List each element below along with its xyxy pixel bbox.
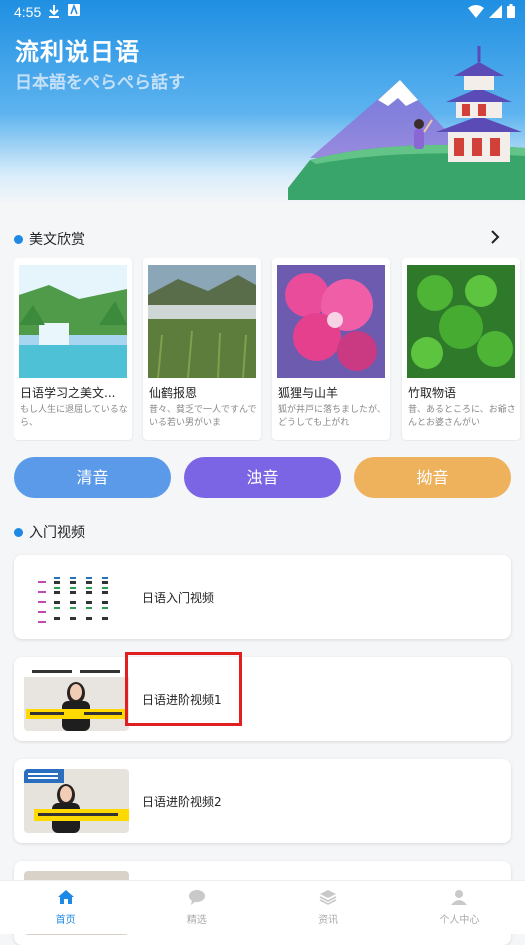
video-title: 日语入门视频: [142, 591, 215, 605]
essay-card[interactable]: 竹取物语 昔、あるところに、お爺さんとお婆さんがい: [402, 258, 520, 440]
wifi-icon: [468, 4, 484, 18]
tab-profile-label: 个人中心: [439, 915, 480, 926]
essay-thumbnail: [148, 265, 256, 378]
youon-button[interactable]: 拗音: [354, 457, 511, 498]
section-essays-label: 美文欣赏: [29, 232, 85, 248]
layers-icon: [319, 890, 337, 905]
essay-desc: 昔々、貧乏で一人ですんでいる若い男がいま: [149, 405, 257, 428]
video-item[interactable]: 日语进阶视频2: [14, 759, 511, 843]
dakuon-button[interactable]: 浊音: [184, 457, 341, 498]
essay-title: 竹取物语: [408, 386, 457, 400]
section-dot-icon: [14, 527, 23, 537]
essay-title: 仙鹤报恩: [149, 386, 198, 400]
essay-title: 狐狸与山羊: [278, 386, 339, 400]
app-notification-icon: [68, 4, 80, 16]
status-time: 4:55: [14, 4, 42, 20]
seion-button[interactable]: 清音: [14, 457, 171, 498]
tab-profile[interactable]: 个人中心: [394, 881, 525, 934]
tab-home-label: 首页: [55, 915, 76, 926]
essay-desc: 昔、あるところに、お爺さんとお婆さんがい: [408, 405, 516, 428]
essay-card[interactable]: 日语学习之美文... もし人生に退屈しているなら、: [14, 258, 132, 440]
essay-thumbnail: [407, 265, 515, 378]
essay-desc: もし人生に退屈しているなら、: [20, 405, 128, 428]
section-dot-icon: [14, 234, 23, 244]
video-title: 日语进阶视频2: [142, 795, 222, 809]
essay-thumbnail: [19, 265, 127, 378]
essay-title: 日语学习之美文...: [20, 386, 116, 400]
section-essays: 美文欣赏: [14, 229, 85, 249]
essay-carousel[interactable]: 日语学习之美文... もし人生に退屈しているなら、 仙鹤报恩 昔々、貧乏で一人で…: [14, 258, 525, 441]
video-thumbnail: [24, 769, 129, 833]
essay-thumbnail: [277, 265, 385, 378]
essay-desc: 狐が井戸に落ちましたが、どうしても上がれ: [278, 405, 386, 428]
signal-icon: [489, 4, 502, 18]
pagoda-illustration: [288, 46, 525, 200]
tab-featured[interactable]: 精选: [131, 881, 262, 934]
more-arrow-icon[interactable]: [489, 228, 501, 249]
highlight-box: [125, 652, 242, 726]
essay-card[interactable]: 狐狸与山羊 狐が井戸に落ちましたが、どうしても上がれ: [272, 258, 390, 440]
essay-card[interactable]: 仙鹤报恩 昔々、貧乏で一人ですんでいる若い男がいま: [143, 258, 261, 440]
video-item[interactable]: 日语入门视频: [14, 555, 511, 639]
person-icon: [451, 890, 468, 905]
tab-news-label: 资讯: [318, 915, 339, 926]
tab-news[interactable]: 资讯: [263, 881, 394, 934]
bottom-tab-bar: 首页 精选 资讯 个人中心: [0, 880, 525, 934]
status-bar: 4:55: [0, 0, 525, 24]
video-thumbnail: [24, 667, 129, 731]
section-videos-label: 入门视频: [29, 525, 85, 541]
download-icon: [49, 5, 59, 18]
video-thumbnail: [24, 565, 129, 629]
header-banner: 流利说日语 日本語をぺらぺら話す: [0, 0, 525, 205]
app-title: 流利说日语: [15, 38, 140, 66]
video-item[interactable]: 日语进阶视频1: [14, 657, 511, 741]
tab-featured-label: 精选: [186, 915, 207, 926]
battery-icon: [507, 4, 515, 18]
app-subtitle: 日本語をぺらぺら話す: [15, 73, 185, 93]
home-icon: [57, 890, 74, 904]
tab-home[interactable]: 首页: [0, 881, 131, 934]
chat-icon: [188, 890, 205, 905]
section-videos: 入门视频: [14, 522, 85, 542]
